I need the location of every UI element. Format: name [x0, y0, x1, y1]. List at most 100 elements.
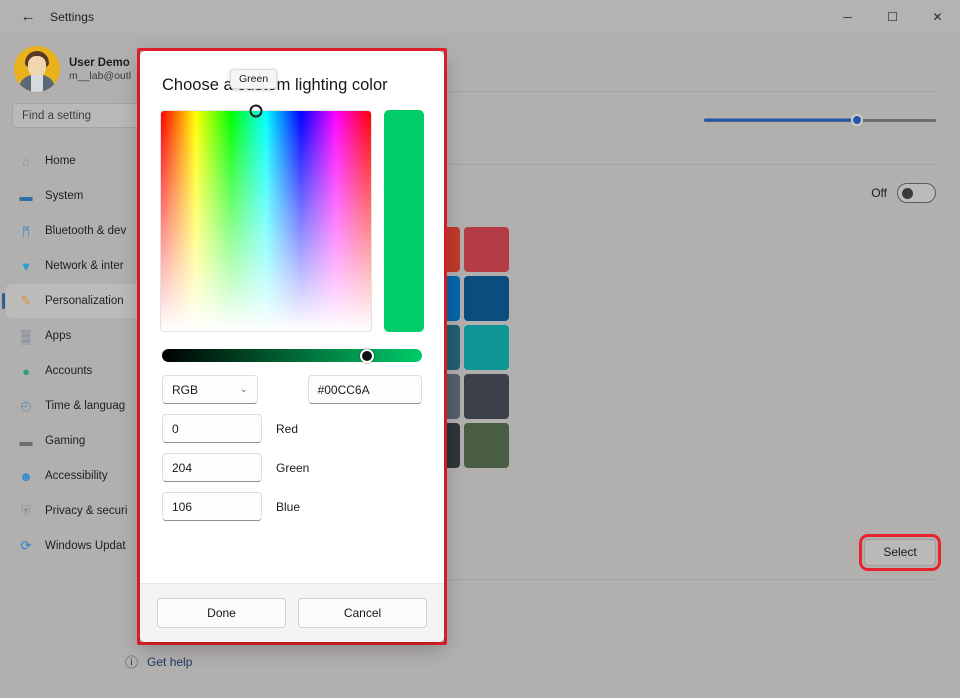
update-icon: ⟳: [16, 536, 36, 556]
sidebar-item-label: Home: [45, 155, 76, 167]
wifi-icon: ▼: [16, 256, 36, 276]
sidebar-item-accessibility[interactable]: ☻ Accessibility: [6, 459, 146, 493]
get-help-link[interactable]: ⓘ Get help: [125, 652, 192, 671]
red-label: Red: [276, 422, 298, 436]
hex-input[interactable]: #00CC6A: [308, 375, 422, 404]
profile-email: m__lab@outl: [69, 70, 131, 82]
sidebar-item-network-inter[interactable]: ▼ Network & inter: [6, 249, 146, 283]
color-fields: RGB ⌄ #00CC6A 0 Red 204 Green: [140, 362, 444, 531]
picker-cursor[interactable]: [249, 105, 262, 118]
minimize-button[interactable]: ─: [825, 0, 870, 33]
accessibility-icon: ☻: [16, 466, 36, 486]
done-button[interactable]: Done: [157, 598, 286, 628]
window-title: Settings: [50, 10, 94, 24]
color-mode-value: RGB: [172, 383, 198, 397]
account-icon: ●: [16, 361, 36, 381]
minimize-icon: ─: [843, 10, 852, 24]
red-input-value: 0: [172, 422, 179, 436]
search-input-text: Find a setting: [22, 110, 91, 122]
sidebar-item-label: Apps: [45, 330, 71, 342]
color-swatch[interactable]: [464, 374, 509, 419]
brush-icon: ✎: [16, 291, 36, 311]
cancel-button[interactable]: Cancel: [298, 598, 427, 628]
sidebar-item-label: Gaming: [45, 435, 85, 447]
sidebar-item-bluetooth-dev[interactable]: ᛗ Bluetooth & dev: [6, 214, 146, 248]
red-input[interactable]: 0: [162, 414, 262, 443]
toggle-knob: [902, 188, 913, 199]
close-button[interactable]: ✕: [915, 0, 960, 33]
sidebar-item-label: Personalization: [45, 295, 124, 307]
get-help-label: Get help: [147, 655, 192, 669]
sidebar-item-label: Time & languag: [45, 400, 125, 412]
monitor-icon: ▬: [16, 186, 36, 206]
slider-fill: [704, 119, 857, 122]
green-input[interactable]: 204: [162, 453, 262, 482]
color-tooltip: Green: [230, 69, 277, 89]
avatar: [14, 46, 60, 92]
value-slider[interactable]: [162, 349, 422, 362]
dialog-footer: Done Cancel: [140, 583, 444, 642]
dialog-title: Choose a custom lighting color: [140, 51, 444, 95]
sidebar-item-accounts[interactable]: ● Accounts: [6, 354, 146, 388]
back-arrow-icon: ←: [21, 8, 36, 25]
search-input[interactable]: Find a setting: [12, 103, 140, 128]
color-swatch[interactable]: [464, 276, 509, 321]
select-button-label: Select: [883, 545, 916, 559]
home-icon: ⌂: [16, 151, 36, 171]
sidebar-item-time-languag[interactable]: ◴ Time & languag: [6, 389, 146, 423]
maximize-icon: ☐: [887, 10, 898, 24]
color-picker-dialog: Choose a custom lighting color Green RGB…: [140, 51, 444, 642]
profile-name: User Demo: [69, 57, 131, 69]
saturation-value-picker[interactable]: [160, 110, 372, 332]
settings-window: ← Settings ─ ☐ ✕ User Demo m__lab@outl: [0, 0, 960, 698]
shield-icon: ⛨: [16, 501, 36, 521]
accent-toggle-state: Off: [871, 186, 887, 200]
sidebar-item-privacy-securi[interactable]: ⛨ Privacy & securi: [6, 494, 146, 528]
sidebar-item-home[interactable]: ⌂ Home: [6, 144, 146, 178]
blue-input-value: 106: [172, 500, 192, 514]
green-label: Green: [276, 461, 309, 475]
sidebar-item-label: Windows Updat: [45, 540, 126, 552]
select-button[interactable]: Select: [864, 539, 936, 566]
sidebar-item-system[interactable]: ▬ System: [6, 179, 146, 213]
help-icon: ⓘ: [125, 652, 138, 671]
color-swatch[interactable]: [464, 227, 509, 272]
user-profile[interactable]: User Demo m__lab@outl: [0, 33, 152, 95]
title-bar: ← Settings ─ ☐ ✕: [0, 0, 960, 33]
sidebar-item-label: Bluetooth & dev: [45, 225, 126, 237]
back-button[interactable]: ←: [8, 2, 48, 32]
done-button-label: Done: [207, 606, 236, 620]
slider-thumb[interactable]: [851, 114, 863, 126]
chevron-down-icon: ⌄: [240, 384, 248, 395]
maximize-button[interactable]: ☐: [870, 0, 915, 33]
clock-icon: ◴: [16, 396, 36, 416]
sidebar-item-gaming[interactable]: ▬ Gaming: [6, 424, 146, 458]
window-controls: ─ ☐ ✕: [825, 0, 960, 33]
green-input-value: 204: [172, 461, 192, 475]
accent-color-toggle[interactable]: [897, 183, 936, 203]
value-slider-thumb[interactable]: [360, 349, 374, 363]
sidebar-item-label: Network & inter: [45, 260, 124, 272]
sidebar: User Demo m__lab@outl Find a setting ⌂ Ho…: [0, 33, 152, 698]
sidebar-item-label: Accounts: [45, 365, 92, 377]
sidebar-item-windows-updat[interactable]: ⟳ Windows Updat: [6, 529, 146, 563]
close-icon: ✕: [932, 10, 942, 24]
sidebar-item-label: System: [45, 190, 83, 202]
color-swatch[interactable]: [464, 423, 509, 468]
gamepad-icon: ▬: [16, 431, 36, 451]
color-mode-select[interactable]: RGB ⌄: [162, 375, 258, 404]
color-swatch[interactable]: [464, 325, 509, 370]
hex-input-value: #00CC6A: [318, 383, 370, 397]
cancel-button-label: Cancel: [344, 606, 381, 620]
apps-icon: ▒: [16, 326, 36, 346]
sidebar-nav: ⌂ Home ▬ System ᛗ Bluetooth & dev ▼ Network & i…: [0, 144, 152, 563]
sidebar-item-label: Accessibility: [45, 470, 108, 482]
brightness-slider[interactable]: [704, 119, 936, 122]
color-preview: [384, 110, 424, 332]
sidebar-item-label: Privacy & securi: [45, 505, 127, 517]
sidebar-item-apps[interactable]: ▒ Apps: [6, 319, 146, 353]
bluetooth-icon: ᛗ: [16, 221, 36, 241]
sidebar-item-personalization[interactable]: ✎ Personalization: [6, 284, 146, 318]
blue-input[interactable]: 106: [162, 492, 262, 521]
blue-label: Blue: [276, 500, 300, 514]
